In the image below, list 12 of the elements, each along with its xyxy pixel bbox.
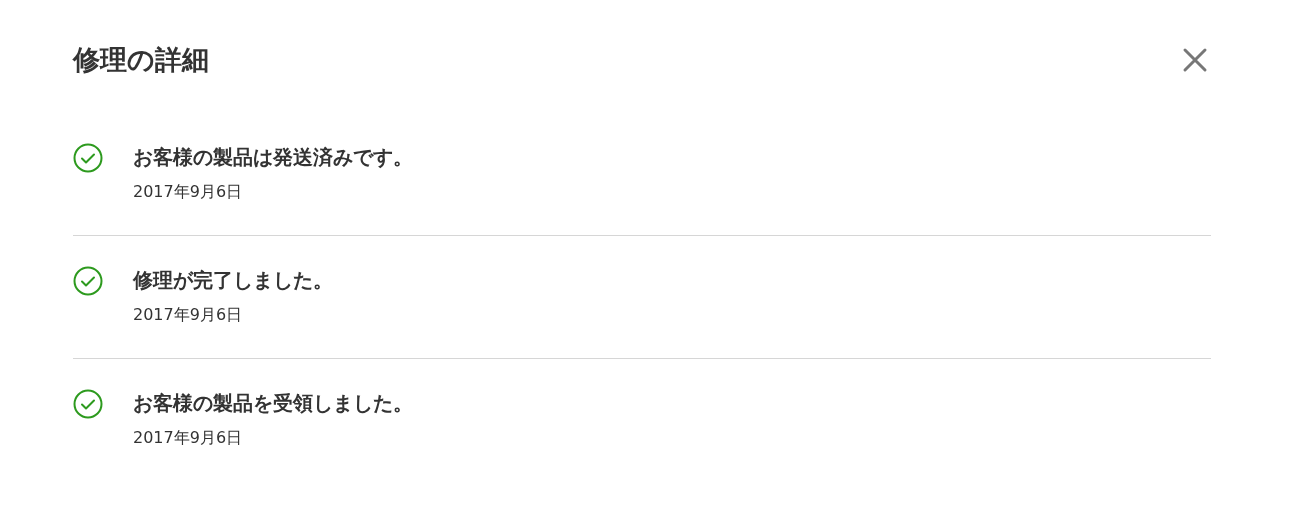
event-label: お客様の製品を受領しました。 [133,390,413,417]
check-circle-icon [73,266,103,296]
event-date: 2017年9月6日 [133,181,244,203]
dialog-title: 修理の詳細 [73,43,209,77]
event-label: 修理が完了しました。 [133,267,333,294]
check-circle-icon [73,143,103,173]
event-label: お客様の製品は発送済みです。 [133,144,413,171]
close-button[interactable] [1182,47,1208,73]
event-date: 2017年9月6日 [133,427,244,449]
check-circle-icon [73,389,103,419]
event-date: 2017年9月6日 [133,304,244,326]
close-icon [1182,47,1208,73]
